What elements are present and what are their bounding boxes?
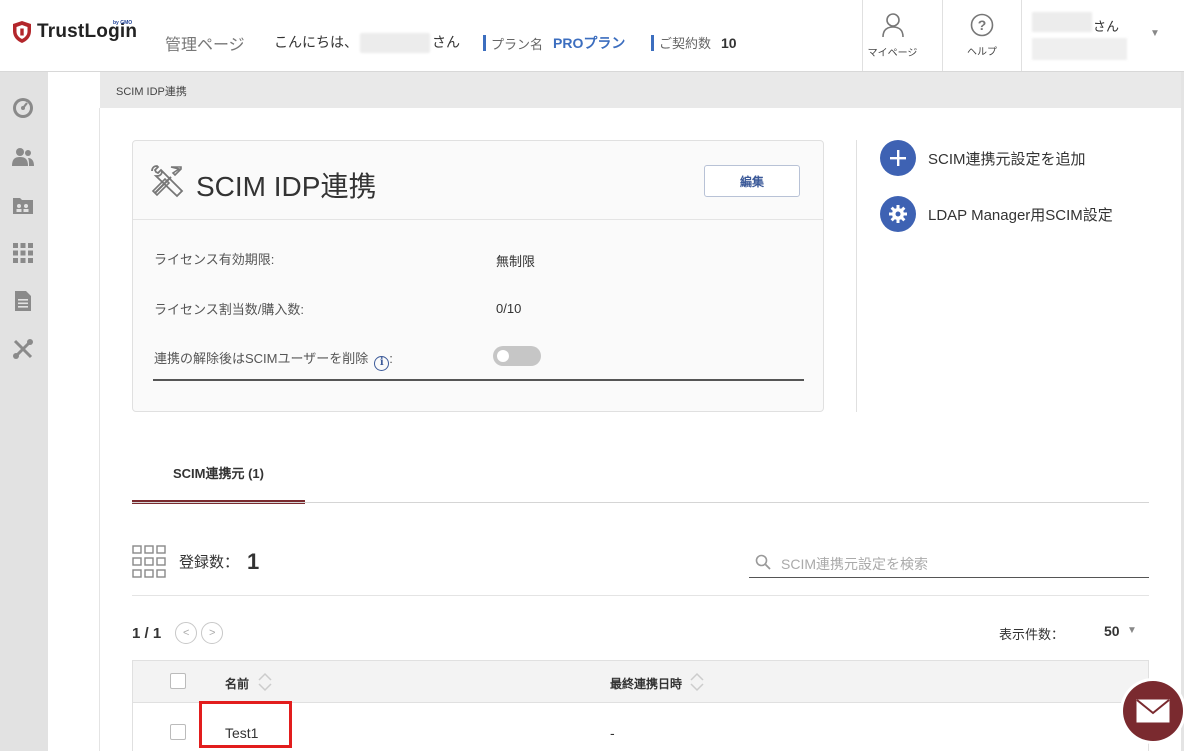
plan-label: プラン名 <box>491 36 544 52</box>
tab-scim-sources[interactable]: SCIM連携元 (1) <box>132 452 305 504</box>
svg-text:?: ? <box>978 17 987 33</box>
shield-logo-icon <box>13 21 31 43</box>
help-icon: ? <box>970 13 994 37</box>
admin-label: 管理ページ <box>165 37 245 54</box>
help-button[interactable]: ? ヘルプ <box>942 0 1021 71</box>
add-scim-source-label: SCIM連携元設定を追加 <box>928 150 1086 168</box>
top-header: TrustLogin by GMO 管理ページ こんにちは、 さん プラン名 PR… <box>0 0 1184 72</box>
count-rule <box>132 595 1149 596</box>
person-icon <box>881 13 904 38</box>
delete-users-toggle[interactable] <box>493 346 541 366</box>
card-header: SCIM IDP連携 編集 <box>133 141 823 220</box>
caret-down-icon: ▼ <box>1150 28 1160 39</box>
page-indicator: 1 / 1 <box>132 624 162 642</box>
per-page-select[interactable]: 50 <box>1104 623 1120 639</box>
dashboard-icon[interactable] <box>12 97 34 119</box>
card-bottom-rule <box>153 379 804 381</box>
sort-icon[interactable] <box>258 671 272 693</box>
greeting-suffix: さん <box>432 34 460 50</box>
blurred-username <box>360 33 430 54</box>
apps-grid-icon[interactable] <box>12 242 34 264</box>
tools-icon <box>151 165 184 198</box>
brand-sub: by GMO <box>113 20 133 26</box>
add-scim-source-button[interactable]: SCIM連携元設定を追加 <box>880 140 1086 176</box>
column-name[interactable]: 名前 <box>225 675 249 692</box>
search-input[interactable]: SCIM連携元設定を検索 <box>749 548 1149 578</box>
license-expiry-label: ライセンス有効期限: <box>154 252 275 267</box>
contracts-bar <box>651 34 654 51</box>
delete-users-setting: 連携の解除後はSCIMユーザーを削除 i: <box>154 348 393 371</box>
count-value: 1 <box>247 548 260 574</box>
gear-icon <box>880 196 916 232</box>
contracts-info: ご契約数 10 <box>651 33 737 52</box>
vertical-separator <box>856 140 857 412</box>
sidebar <box>0 72 48 751</box>
contracts-value: 10 <box>721 34 737 51</box>
select-all-checkbox[interactable] <box>170 673 186 689</box>
content-divider <box>99 108 100 751</box>
license-count-value: 0/10 <box>496 301 522 316</box>
info-icon[interactable]: i <box>374 356 390 371</box>
count-label: 登録数： <box>179 554 240 571</box>
edit-button[interactable]: 編集 <box>704 165 800 197</box>
sort-icon[interactable] <box>690 671 704 693</box>
delete-users-label: 連携の解除後はSCIMユーザーを削除 <box>154 351 369 366</box>
mail-icon <box>1136 699 1170 723</box>
caret-down-icon[interactable]: ▼ <box>1127 625 1137 636</box>
blurred-user-name <box>1032 12 1092 32</box>
search-placeholder: SCIM連携元設定を検索 <box>781 556 928 572</box>
grid-view-icon[interactable] <box>132 545 166 578</box>
prev-page-button[interactable]: < <box>175 622 198 644</box>
search-icon <box>755 554 771 570</box>
license-expiry-value: 無制限 <box>496 254 536 269</box>
ldap-scim-settings-label: LDAP Manager用SCIM設定 <box>928 206 1113 224</box>
table-header: 名前 最終連携日時 <box>133 661 1148 703</box>
document-icon[interactable] <box>12 290 34 312</box>
breadcrumb: SCIM IDP連携 <box>116 86 187 98</box>
contact-mail-button[interactable] <box>1123 681 1183 741</box>
mypage-label: マイページ <box>867 48 918 59</box>
next-page-button[interactable]: > <box>201 622 224 644</box>
card-title: SCIM IDP連携 <box>196 171 377 202</box>
tools-icon[interactable] <box>12 338 34 360</box>
tab-rule <box>132 502 1149 503</box>
record-count: 登録数： 1 <box>132 545 259 578</box>
toggle-knob <box>497 350 509 362</box>
help-label: ヘルプ <box>967 47 997 58</box>
user-suffix: さん <box>1093 19 1120 34</box>
tab-label: SCIM連携元 (1) <box>172 466 264 481</box>
users-icon[interactable] <box>12 146 34 168</box>
breadcrumb-bar: SCIM IDP連携 <box>100 72 1184 108</box>
plan-value: PROプラン <box>553 35 626 51</box>
highlight-box <box>199 701 292 748</box>
scim-info-card: SCIM IDP連携 編集 ライセンス有効期限: 無制限 ライセンス割当数/購入… <box>132 140 824 412</box>
row-checkbox[interactable] <box>170 724 186 740</box>
plus-icon <box>880 140 916 176</box>
chevron-left-icon: < <box>182 627 190 639</box>
row-last-sync: - <box>610 725 615 741</box>
license-count-label: ライセンス割当数/購入数: <box>154 302 304 317</box>
pager: 1 / 1 < > <box>132 622 224 644</box>
user-menu[interactable]: さん ▼ <box>1021 0 1184 71</box>
chevron-right-icon: > <box>208 627 216 639</box>
ldap-scim-settings-button[interactable]: LDAP Manager用SCIM設定 <box>880 196 1113 232</box>
plan-bar <box>483 35 486 51</box>
groups-icon[interactable] <box>12 194 34 216</box>
contracts-label: ご契約数 <box>659 36 712 51</box>
greeting-prefix: こんにちは、 <box>274 34 358 50</box>
mypage-button[interactable]: マイページ <box>862 0 922 71</box>
gutter <box>48 72 100 751</box>
delete-users-colon: : <box>389 351 393 366</box>
per-page-label: 表示件数： <box>999 627 1065 642</box>
blurred-user-org <box>1032 38 1127 60</box>
greeting: こんにちは、 さん <box>274 32 460 54</box>
column-last-sync[interactable]: 最終連携日時 <box>610 675 682 692</box>
plan-info: プラン名 PROプラン <box>483 33 625 53</box>
